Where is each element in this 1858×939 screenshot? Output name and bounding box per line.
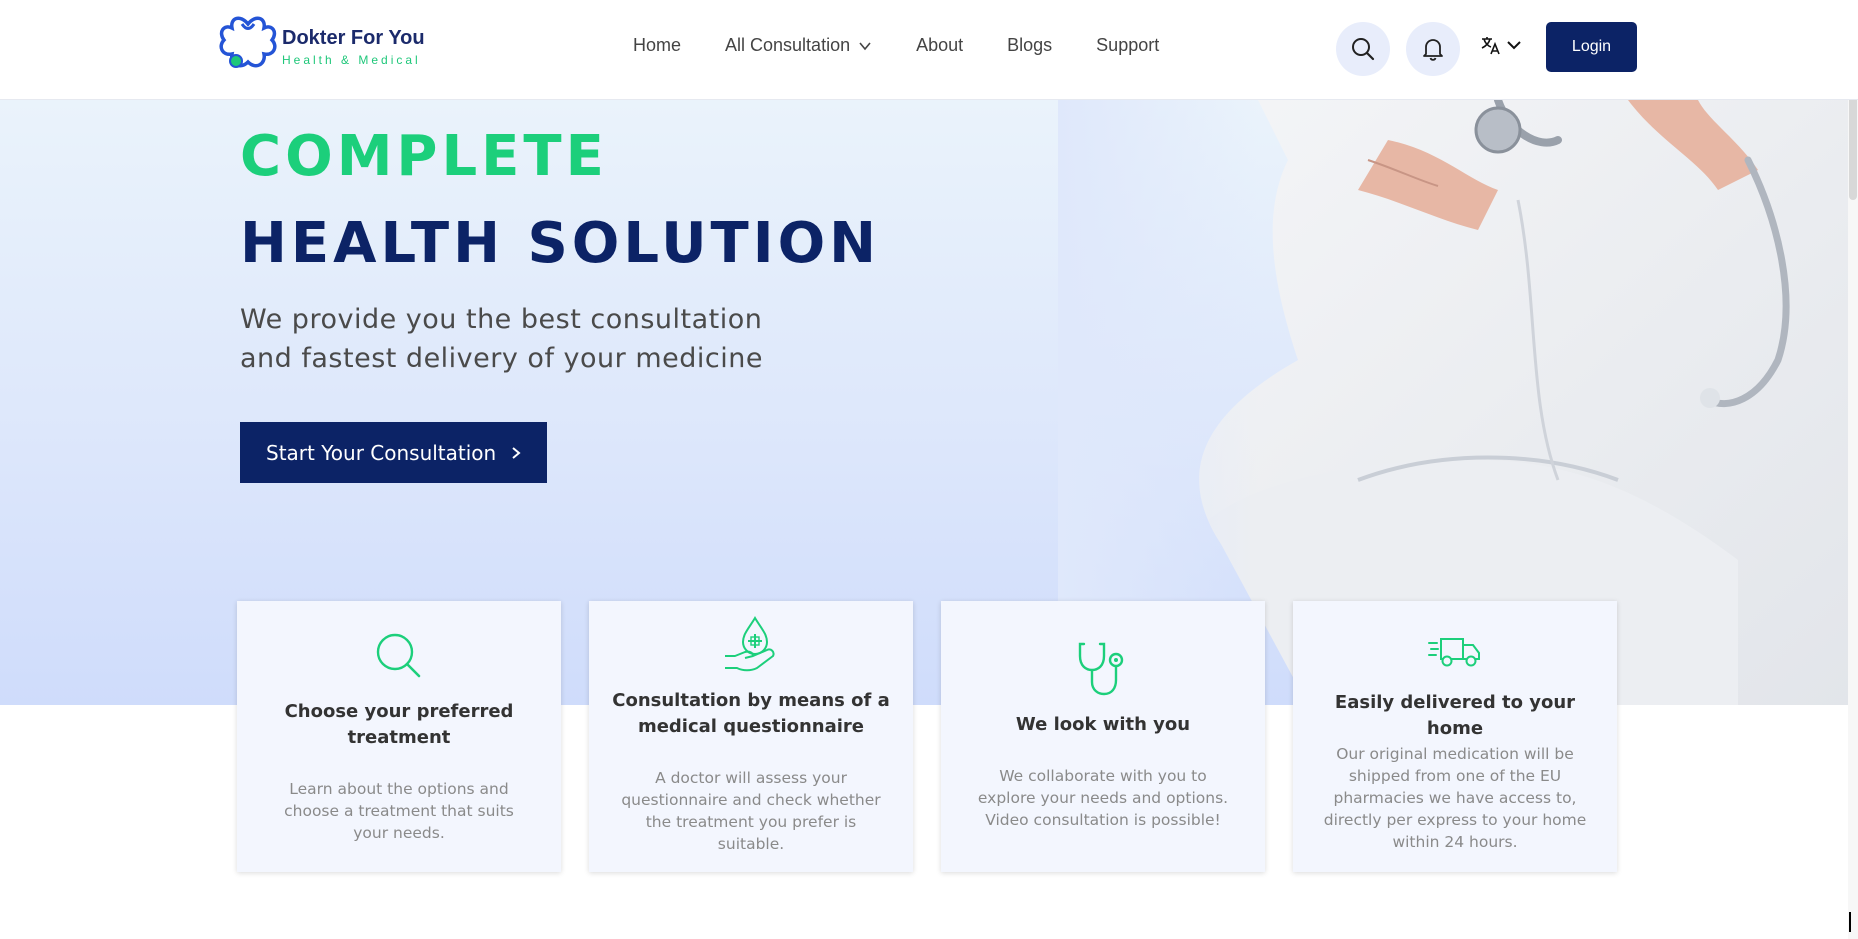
nav-item-label: About [916,35,964,55]
language-selector[interactable] [1480,34,1522,56]
feature-title-line: medical questionnaire [637,716,865,737]
search-button[interactable] [1336,22,1390,76]
logo-text: Dokter For You Health & Medical [282,27,425,67]
page-scrollbar[interactable] [1848,0,1858,939]
feature-desc-line: suitable. [717,835,785,853]
feature-desc-line: A doctor will assess your [655,769,847,787]
start-consultation-button[interactable]: Start Your Consultation [240,422,547,483]
feature-description: A doctor will assess your questionnaire … [619,767,883,855]
feature-desc-line: shipped from one of the EU [1348,767,1562,785]
feature-card-delivery[interactable]: Easily delivered to your home Our origin… [1293,601,1617,872]
chevron-down-icon [859,41,871,50]
feature-desc-line: within 24 hours. [1392,833,1518,851]
feature-title: Consultation by means of a medical quest… [609,688,893,740]
feature-desc-line: explore your needs and options. [977,789,1229,807]
nav-item-label: Blogs [1007,35,1053,55]
hand-medicine-icon [589,616,913,674]
feature-card-look-with-you[interactable]: We look with you We collaborate with you… [941,601,1265,872]
text-cursor [1849,912,1851,932]
main-nav: Home All Consultation About Blogs Suppor… [633,35,1203,56]
feature-desc-line: questionnaire and check whether [621,791,881,809]
brand-tagline: Health & Medical [282,53,421,67]
stethoscope-icon [941,642,1265,696]
feature-description: Learn about the options and choose a tre… [267,778,531,844]
feature-desc-line: Learn about the options and [289,780,509,798]
feature-card-questionnaire[interactable]: Consultation by means of a medical quest… [589,601,913,872]
brand-name: Dokter For You [282,27,425,49]
brand-logo[interactable]: Dokter For You Health & Medical [216,14,425,80]
nav-item-home[interactable]: Home [633,35,681,56]
nav-item-about[interactable]: About [916,35,963,56]
delivery-truck-icon [1293,633,1617,669]
feature-desc-line: your needs. [353,824,445,842]
feature-title-line: Choose your preferred [284,701,514,722]
hero-subtitle-line2: and fastest delivery of your medicine [240,343,763,374]
feature-title-line: Easily delivered to your home [1334,692,1576,739]
bell-icon [1423,39,1443,61]
hero-title-line2: HEALTH SOLUTION [240,211,881,276]
logo-mark-icon [216,14,280,80]
feature-desc-line: Video consultation is possible! [985,811,1221,829]
nav-item-label: Home [633,35,682,55]
hero-subtitle: We provide you the best consultation and… [240,300,840,378]
notifications-button[interactable] [1406,22,1460,76]
site-header: Dokter For You Health & Medical Home All… [0,0,1858,100]
search-icon [237,632,561,680]
hero-subtitle-line1: We provide you the best consultation [240,304,763,335]
feature-desc-line: We collaborate with you to [999,767,1207,785]
nav-item-all-consultation[interactable]: All Consultation [725,35,872,56]
nav-item-support[interactable]: Support [1096,35,1159,56]
nav-item-label: All Consultation [725,35,851,55]
feature-title: Easily delivered to your home [1313,690,1597,742]
search-icon [1352,38,1375,61]
feature-description: We collaborate with you to explore your … [971,765,1235,831]
feature-card-choose-treatment[interactable]: Choose your preferred treatment Learn ab… [237,601,561,872]
feature-description: Our original medication will be shipped … [1323,743,1587,853]
feature-title: Choose your preferred treatment [257,699,541,751]
hero-title-line1: COMPLETE [240,124,608,189]
feature-title-line: Consultation by means of a [612,690,890,711]
nav-item-label: Support [1096,35,1160,55]
feature-title: We look with you [961,712,1245,738]
chevron-down-icon [1507,41,1521,50]
cta-label: Start Your Consultation [266,440,497,465]
feature-desc-line: choose a treatment that suits [284,802,514,820]
feature-desc-line: pharmacies we have access to, [1333,789,1577,807]
feature-title-line: We look with you [1015,714,1191,735]
login-button[interactable]: Login [1546,22,1637,72]
feature-desc-line: directly per express to your home [1323,811,1587,829]
translate-icon [1481,37,1500,55]
chevron-right-icon [512,446,521,459]
nav-item-blogs[interactable]: Blogs [1007,35,1052,56]
feature-desc-line: the treatment you prefer is [645,813,857,831]
feature-title-line: treatment [347,727,451,748]
feature-desc-line: Our original medication will be [1336,745,1574,763]
